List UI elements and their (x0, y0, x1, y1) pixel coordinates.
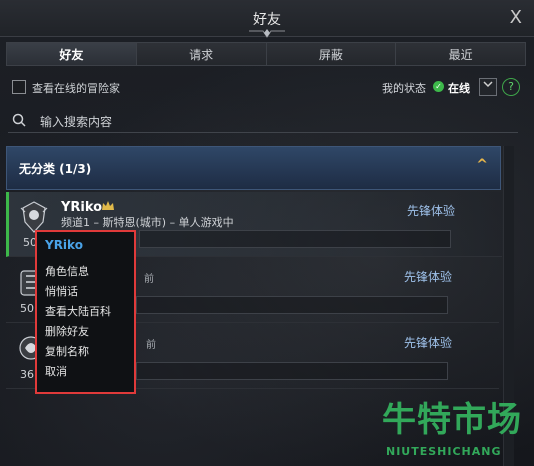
search-input[interactable] (38, 112, 512, 132)
tab-recent[interactable]: 最近 (396, 42, 526, 66)
friend-level: 50 (20, 302, 34, 315)
memo-field[interactable] (136, 296, 448, 314)
ornament-icon (249, 29, 285, 38)
menu-item-copy-name[interactable]: 复制名称 (45, 343, 89, 359)
chevron-down-icon (483, 81, 493, 88)
watermark-text: NIUTESHICHANG (386, 445, 502, 458)
tab-friends[interactable]: 好友 (6, 42, 137, 66)
friend-last-seen: 前 (146, 340, 156, 351)
tab-bar: 好友 请求 屏蔽 最近 (6, 42, 526, 66)
menu-item-view-wiki[interactable]: 查看大陆百科 (45, 303, 111, 319)
title-bar: 好友 X (0, 0, 534, 38)
friend-location: 频道1 – 斯特恩(城市) – 单人游戏中 (61, 216, 234, 229)
memo-field[interactable] (136, 362, 448, 380)
close-button[interactable]: X (510, 7, 522, 28)
friend-last-seen: 前 (144, 274, 154, 285)
my-status-label: 我的状态 (382, 82, 426, 95)
online-status-icon: ✓ (433, 81, 444, 92)
search-icon (12, 113, 26, 127)
watermark-logo: 牛特市场 (382, 400, 522, 440)
online-only-checkbox[interactable] (12, 80, 26, 94)
friend-name: YRiko (61, 200, 103, 215)
crown-icon (102, 201, 114, 210)
friend-context-menu: YRiko 角色信息 悄悄话 查看大陆百科 删除好友 复制名称 取消 (35, 230, 136, 394)
menu-item-delete-friend[interactable]: 删除好友 (45, 323, 89, 339)
friend-class: 先锋体验 (404, 270, 453, 284)
context-menu-title: YRiko (45, 238, 83, 252)
tab-requests[interactable]: 请求 (136, 42, 267, 66)
menu-item-whisper[interactable]: 悄悄话 (45, 283, 78, 299)
online-only-label: 查看在线的冒险家 (32, 82, 120, 95)
friend-class: 先锋体验 (404, 336, 453, 350)
help-icon[interactable]: ? (502, 78, 520, 96)
status-dropdown-button[interactable] (479, 78, 497, 96)
menu-item-character-info[interactable]: 角色信息 (45, 263, 89, 279)
group-label: 无分类 (1/3) (19, 162, 92, 176)
group-header[interactable]: 无分类 (1/3) ^ (6, 146, 501, 190)
chevron-up-icon[interactable]: ^ (476, 157, 488, 173)
class-emblem-icon (20, 201, 48, 233)
search-bar (8, 110, 518, 133)
friend-level: 36 (20, 368, 34, 381)
window-title: 好友 (253, 12, 281, 28)
online-filter-row: 查看在线的冒险家 我的状态 ✓ 在线 ? (12, 78, 522, 96)
memo-field[interactable] (139, 230, 451, 248)
tab-blocked[interactable]: 屏蔽 (266, 42, 397, 66)
menu-item-cancel[interactable]: 取消 (45, 363, 67, 379)
friend-class: 先锋体验 (407, 204, 456, 218)
status-value: 在线 (448, 82, 470, 95)
